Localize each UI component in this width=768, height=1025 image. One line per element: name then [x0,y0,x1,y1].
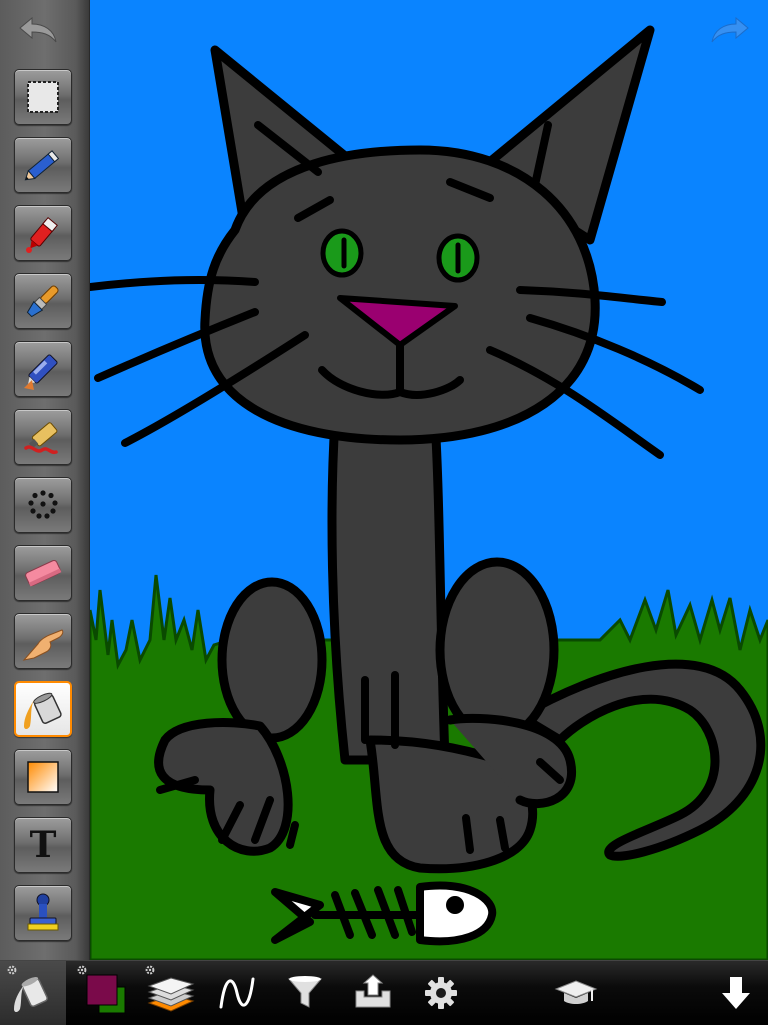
tutorials-button[interactable] [546,961,606,1025]
paintbrush-tool[interactable] [14,273,72,329]
undo-arrow-icon[interactable] [8,14,60,46]
text-icon: T [29,824,57,866]
gradient-icon [27,761,59,793]
marker-tool[interactable] [14,205,72,261]
funnel-icon [287,976,323,1008]
eraser-tool[interactable] [14,545,72,601]
paint-tube-icon [24,422,58,455]
eraser-icon [25,559,62,587]
gear-icon [425,977,457,1009]
paint-tube-tool[interactable] [14,409,72,465]
pencil-icon [24,150,60,181]
gradient-tool[interactable] [14,749,72,805]
settings-button[interactable] [412,961,470,1025]
color-swatch-button[interactable] [72,961,132,1025]
marker-icon [26,216,58,253]
paint-bucket-icon [24,692,62,729]
stamp-icon [27,893,59,931]
airbrush-icon [24,354,58,390]
paintbrush-icon [26,285,59,318]
down-arrow-icon [722,977,750,1009]
layers-icon [147,977,195,1012]
drawing-canvas[interactable] [90,0,768,960]
paint-bucket-icon [14,977,48,1012]
filters-button[interactable] [276,961,334,1025]
brush-curve-button[interactable] [208,961,266,1025]
gear-icon [77,965,87,975]
gear-icon [7,965,17,975]
dashed-selection-icon [27,81,59,113]
dot-circle-icon [28,490,58,519]
gear-icon [145,965,155,975]
fill-tool-options-button[interactable] [0,961,64,1025]
finger-icon [22,629,64,661]
pencil-tool[interactable] [14,137,72,193]
tray-arrow-icon [355,974,391,1008]
color-swatch-icon [86,974,126,1014]
stamp-tool[interactable] [14,885,72,941]
spray-tool[interactable] [14,477,72,533]
curve-icon [219,977,255,1009]
fill-tool[interactable] [14,681,72,737]
hide-toolbar-button[interactable] [708,961,764,1025]
redo-arrow-icon[interactable] [708,14,760,46]
airbrush-tool[interactable] [14,341,72,397]
layers-button[interactable] [140,961,200,1025]
smudge-tool[interactable] [14,613,72,669]
selection-tool[interactable] [14,69,72,125]
graduation-cap-icon [554,980,598,1004]
tool-sidebar: T [0,0,90,960]
text-tool[interactable]: T [14,817,72,873]
bottom-toolbar [0,960,768,1025]
import-export-button[interactable] [344,961,402,1025]
